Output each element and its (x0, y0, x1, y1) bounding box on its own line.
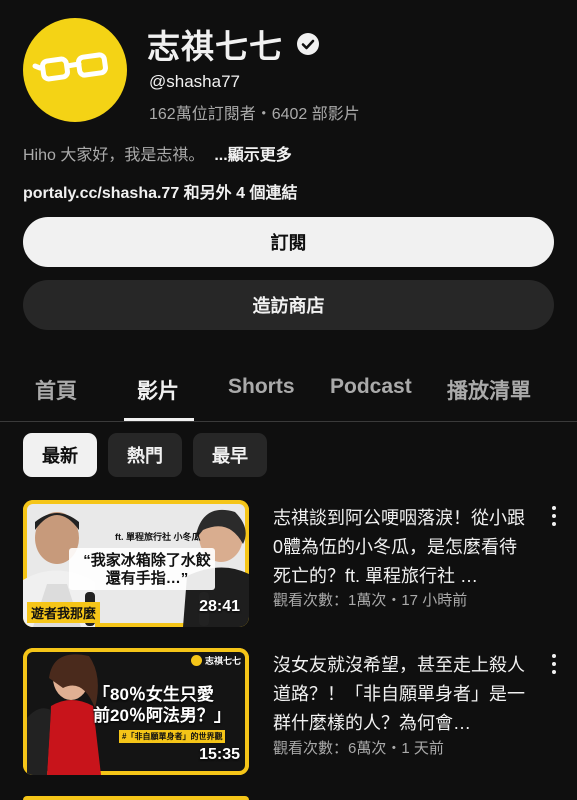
channel-tabs: 首頁 影片 Shorts Podcast 播放清單 (0, 360, 577, 422)
chip-popular[interactable]: 熱門 (108, 433, 182, 477)
thumbnail-quote-line-2: 還有手指…” (105, 570, 189, 587)
chip-oldest[interactable]: 最早 (193, 433, 267, 477)
video-thumbnail[interactable]: 志祺七七 「80％女生只愛 前20％阿法男？」 #「非自願單身者」的世界觀 15… (23, 648, 249, 775)
verified-icon (297, 33, 319, 55)
visit-shop-button[interactable]: 造訪商店 (23, 280, 554, 330)
channel-name: 志祺七七 (147, 20, 319, 68)
thumbnail-tag: ft. 單程旅行社 小冬瓜 (115, 532, 201, 542)
channel-stats: 162萬位訂閱者・6402 部影片 (149, 106, 360, 123)
video-duration: 15:35 (199, 746, 240, 763)
channel-avatar[interactable] (23, 18, 127, 122)
subscribe-button[interactable]: 訂閱 (23, 217, 554, 267)
channel-handle: @shasha77 (149, 72, 240, 91)
show-more-link[interactable]: ...顯示更多 (214, 147, 291, 164)
thumbnail-headline: 「80％女生只愛 前20％阿法男？」 (93, 684, 231, 726)
thumbnail-corner-text: 遊者我那麼 (27, 602, 101, 623)
tab-videos[interactable]: 影片 (137, 375, 179, 405)
more-options-icon[interactable] (547, 654, 561, 676)
video-meta: 觀看次數：1萬次・17 小時前 (273, 592, 468, 609)
video-title[interactable]: 沒女友就沒希望，甚至走上殺人道路？！「非自願單身者」是一群什麼樣的人？為何會… (273, 651, 531, 738)
tab-playlists[interactable]: 播放清單 (447, 375, 531, 405)
video-meta: 觀看次數：6萬次・1 天前 (273, 740, 444, 757)
thumbnail-caption: #「非自願單身者」的世界觀 (119, 730, 226, 743)
active-tab-indicator (124, 418, 194, 421)
logo-dot-icon (191, 655, 202, 666)
more-options-icon[interactable] (547, 506, 561, 528)
video-thumbnail[interactable]: ft. 單程旅行社 小冬瓜 “我家冰箱除了水餃 還有手指…” 遊者我那麼 28:… (23, 500, 249, 627)
thumbnail-logo: 志祺七七 (191, 654, 241, 667)
tab-podcast[interactable]: Podcast (330, 375, 412, 399)
channel-links[interactable]: portaly.cc/shasha.77 和另外 4 個連結 (23, 179, 297, 203)
thumbnail-quote: “我家冰箱除了水餃 還有手指…” (67, 552, 227, 588)
video-thumbnail-partial[interactable] (23, 796, 249, 800)
tab-shorts[interactable]: Shorts (228, 375, 295, 399)
video-title[interactable]: 志祺談到阿公哽咽落淚！從小跟0體為伍的小冬瓜，是怎麼看待死亡的？ft. 單程旅行… (273, 504, 531, 591)
thumbnail-headline-line-1: 「80％女生只愛 (93, 685, 214, 704)
chip-latest[interactable]: 最新 (23, 433, 97, 477)
channel-name-text: 志祺七七 (147, 28, 283, 65)
video-duration: 28:41 (199, 598, 240, 615)
tab-home[interactable]: 首頁 (35, 375, 77, 405)
glasses-logo-icon (32, 52, 108, 82)
description-text: Hiho 大家好，我是志祺。 (23, 147, 205, 164)
thumbnail-quote-line-1: “我家冰箱除了水餃 (83, 552, 211, 569)
thumbnail-logo-text: 志祺七七 (205, 656, 242, 666)
channel-description[interactable]: Hiho 大家好，我是志祺。 ...顯示更多 (23, 141, 292, 165)
thumbnail-headline-line-2: 前20％阿法男？」 (93, 706, 231, 725)
